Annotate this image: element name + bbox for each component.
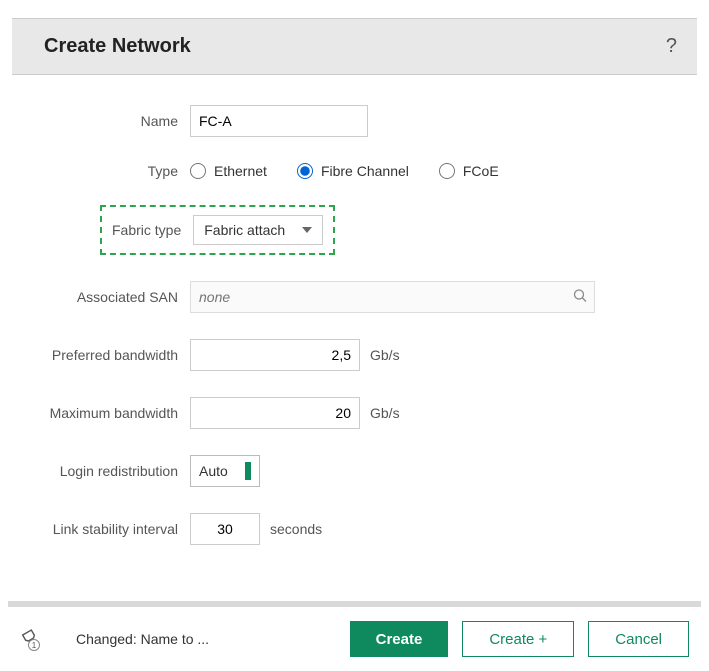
name-label: Name <box>20 113 190 129</box>
fabric-type-value: Fabric attach <box>204 222 285 238</box>
create-button[interactable]: Create <box>350 621 449 657</box>
row-fabric-type: Fabric type Fabric attach <box>100 205 689 255</box>
radio-ethernet[interactable]: Ethernet <box>190 163 267 179</box>
form-area: Name Type Ethernet Fibre Channel FCoE Fa… <box>0 75 709 581</box>
search-icon[interactable] <box>573 289 587 306</box>
create-plus-button[interactable]: Create + <box>462 621 574 657</box>
radio-fcoe[interactable]: FCoE <box>439 163 499 179</box>
pin-icon[interactable]: 1 <box>20 628 42 650</box>
login-redistribution-select[interactable]: Auto <box>190 455 260 487</box>
select-handle-icon <box>245 462 251 480</box>
badge-count: 1 <box>32 641 37 650</box>
radio-fcoe-label: FCoE <box>463 163 499 179</box>
cancel-button[interactable]: Cancel <box>588 621 689 657</box>
maximum-bandwidth-unit: Gb/s <box>370 405 400 421</box>
dialog-title: Create Network <box>44 35 191 58</box>
row-type: Type Ethernet Fibre Channel FCoE <box>20 163 689 179</box>
link-stability-unit: seconds <box>270 521 322 537</box>
link-stability-label: Link stability interval <box>20 521 190 537</box>
preferred-bandwidth-label: Preferred bandwidth <box>20 347 190 363</box>
row-name: Name <box>20 105 689 137</box>
associated-san-label: Associated SAN <box>20 289 190 305</box>
radio-fibre-channel[interactable]: Fibre Channel <box>297 163 409 179</box>
changed-text: Changed: Name to ... <box>76 631 336 647</box>
radio-fibre-channel-label: Fibre Channel <box>321 163 409 179</box>
radio-ethernet-label: Ethernet <box>214 163 267 179</box>
preferred-bandwidth-input[interactable] <box>190 339 360 371</box>
preferred-bandwidth-unit: Gb/s <box>370 347 400 363</box>
associated-san-input[interactable] <box>190 281 595 313</box>
login-redistribution-value: Auto <box>199 463 228 479</box>
row-preferred-bandwidth: Preferred bandwidth Gb/s <box>20 339 689 371</box>
type-label: Type <box>20 163 190 179</box>
name-input[interactable] <box>190 105 368 137</box>
fabric-type-highlight: Fabric type Fabric attach <box>100 205 335 255</box>
maximum-bandwidth-input[interactable] <box>190 397 360 429</box>
row-login-redistribution: Login redistribution Auto <box>20 455 689 487</box>
chevron-down-icon <box>302 227 312 233</box>
link-stability-input[interactable] <box>190 513 260 545</box>
maximum-bandwidth-label: Maximum bandwidth <box>20 405 190 421</box>
radio-fibre-channel-input[interactable] <box>297 163 313 179</box>
radio-fcoe-input[interactable] <box>439 163 455 179</box>
row-link-stability: Link stability interval seconds <box>20 513 689 545</box>
dialog-header: Create Network ? <box>12 18 697 75</box>
row-maximum-bandwidth: Maximum bandwidth Gb/s <box>20 397 689 429</box>
radio-ethernet-input[interactable] <box>190 163 206 179</box>
help-icon[interactable]: ? <box>666 35 677 58</box>
fabric-type-label: Fabric type <box>112 222 181 238</box>
login-redistribution-label: Login redistribution <box>20 463 190 479</box>
row-associated-san: Associated SAN <box>20 281 689 313</box>
fabric-type-select[interactable]: Fabric attach <box>193 215 323 245</box>
